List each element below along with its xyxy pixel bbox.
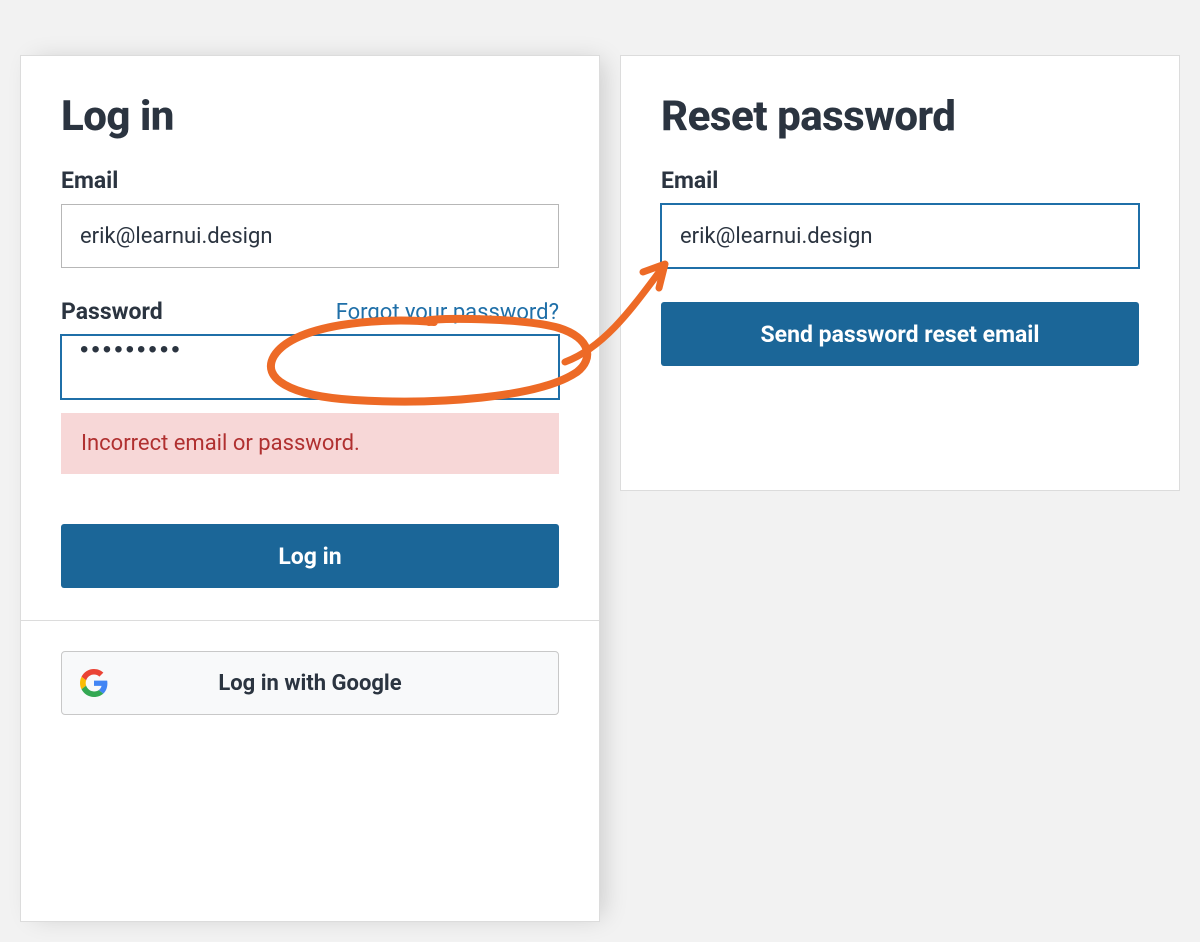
password-label-row: Password Forgot your password? bbox=[61, 298, 559, 325]
google-icon bbox=[80, 669, 108, 697]
login-card: Log in Email Password Forgot your passwo… bbox=[20, 55, 600, 922]
login-button-label: Log in bbox=[278, 543, 341, 570]
reset-email-label: Email bbox=[661, 167, 1139, 194]
login-button[interactable]: Log in bbox=[61, 524, 559, 588]
send-reset-button[interactable]: Send password reset email bbox=[661, 302, 1139, 366]
forgot-password-link[interactable]: Forgot your password? bbox=[336, 300, 559, 325]
google-section: Log in with Google bbox=[21, 621, 599, 751]
email-label: Email bbox=[61, 167, 559, 194]
login-card-body: Log in Email Password Forgot your passwo… bbox=[21, 56, 599, 620]
reset-email-field[interactable] bbox=[661, 204, 1139, 268]
reset-card-body: Reset password Email Send password reset… bbox=[621, 56, 1179, 398]
login-title: Log in bbox=[61, 92, 559, 141]
reset-title: Reset password bbox=[661, 92, 1139, 141]
error-message: Incorrect email or password. bbox=[61, 413, 559, 474]
google-login-button[interactable]: Log in with Google bbox=[61, 651, 559, 715]
send-reset-button-label: Send password reset email bbox=[761, 321, 1040, 348]
password-label: Password bbox=[61, 298, 163, 325]
reset-card: Reset password Email Send password reset… bbox=[620, 55, 1180, 491]
google-button-label: Log in with Google bbox=[218, 671, 401, 696]
email-field[interactable] bbox=[61, 204, 559, 268]
password-field[interactable]: ••••••••• bbox=[61, 335, 559, 399]
